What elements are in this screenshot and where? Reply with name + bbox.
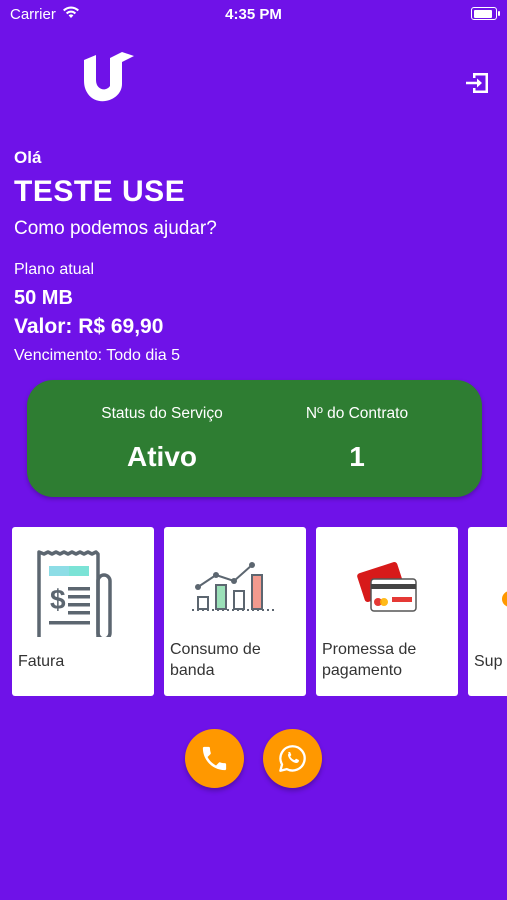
services-carousel[interactable]: $ Fatura Consumo de banda Promessa de pa… <box>12 527 507 697</box>
help-prompt: Como podemos ajudar? <box>14 218 217 239</box>
whatsapp-icon <box>279 745 306 772</box>
card-promessa-de-pagamento[interactable]: Promessa de pagamento <box>316 527 458 696</box>
invoice-icon: $ <box>37 550 112 637</box>
status-bar: Carrier 4:35 PM <box>0 0 507 28</box>
service-status-value: Ativo <box>127 441 197 472</box>
whatsapp-button[interactable] <box>263 729 322 788</box>
service-status: Status do Serviço Ativo <box>67 380 257 473</box>
due-date: Vencimento: Todo dia 5 <box>14 347 181 364</box>
card-label: Consumo de banda <box>170 641 261 679</box>
plan-label: Plano atual <box>14 261 95 278</box>
card-fatura[interactable]: $ Fatura <box>12 527 154 696</box>
logout-icon[interactable] <box>463 70 491 96</box>
battery-level <box>473 9 493 18</box>
card-label: Fatura <box>18 653 65 670</box>
u-logo-icon <box>84 52 134 102</box>
service-status-label: Status do Serviço <box>101 405 223 422</box>
clock: 4:35 PM <box>225 6 282 23</box>
user-name: TESTE USE <box>14 175 186 208</box>
plan-speed: 50 MB <box>14 287 73 309</box>
service-status-card: Status do Serviço Ativo Nº do Contrato 1 <box>27 380 482 497</box>
card-label: Sup <box>474 653 503 670</box>
support-icon <box>502 591 507 607</box>
contract-number-value: 1 <box>349 441 365 472</box>
credit-card-icon <box>357 562 417 612</box>
contract-number-label: Nº do Contrato <box>305 405 409 422</box>
bandwidth-chart-icon <box>192 562 276 611</box>
card-consumo-de-banda[interactable]: Consumo de banda <box>164 527 306 696</box>
plan-value: Valor: R$ 69,90 <box>14 315 164 338</box>
phone-button[interactable] <box>185 729 244 788</box>
phone-icon <box>202 746 227 771</box>
card-suporte[interactable]: Sup <box>468 527 507 696</box>
svg-text:$: $ <box>50 584 66 615</box>
contract-number: Nº do Contrato 1 <box>262 380 452 473</box>
card-label: Promessa de pagamento <box>322 641 417 679</box>
greeting-hello: Olá <box>14 148 42 167</box>
battery-icon <box>471 7 500 20</box>
